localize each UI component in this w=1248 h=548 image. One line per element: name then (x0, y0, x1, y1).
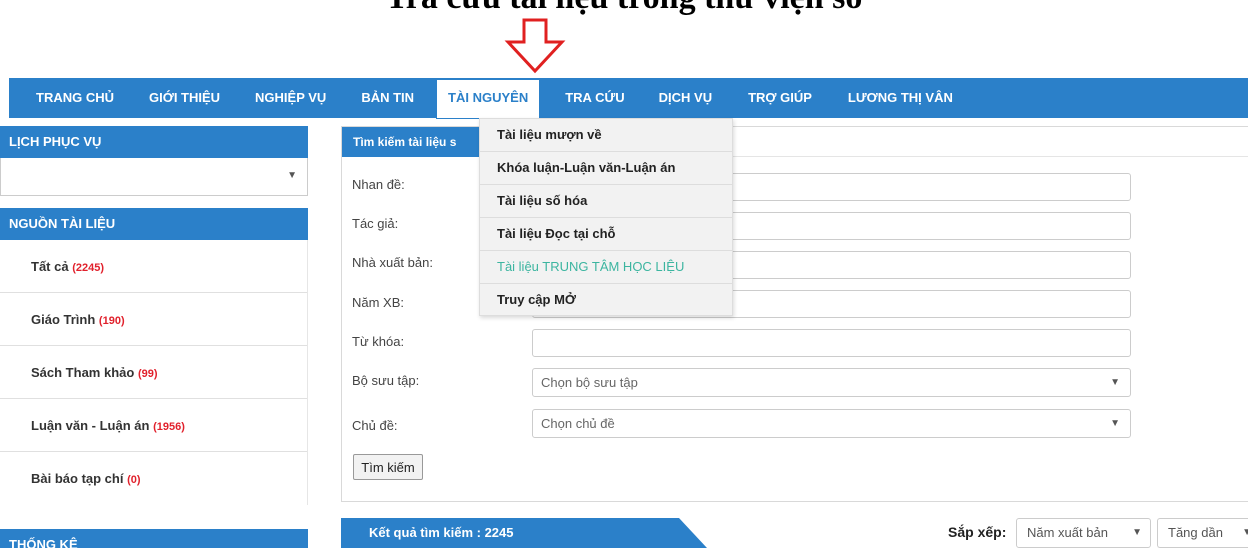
chevron-down-icon: ▼ (1110, 377, 1120, 388)
keyword-input[interactable] (532, 329, 1131, 357)
source-item-label: Luận văn - Luận án (31, 418, 150, 433)
sort-label: Sắp xếp: (948, 524, 1007, 540)
topic-select[interactable]: Chọn chủ đề ▼ (532, 409, 1131, 438)
schedule-header: LỊCH PHỤC VỤ (0, 126, 308, 158)
source-item-all[interactable]: Tất cả (2245) (0, 240, 307, 293)
dropdown-item-digitized[interactable]: Tài liệu số hóa (480, 185, 732, 218)
topic-label: Chủ đề: (352, 418, 398, 433)
search-panel-title: Tìm kiếm tài liệu s (342, 127, 482, 157)
schedule-select[interactable]: ▼ (0, 158, 308, 196)
nav-item-home[interactable]: TRANG CHỦ (36, 78, 114, 118)
search-panel: Tìm kiếm tài liệu s Nhan đề: Tác giả: Nh… (341, 126, 1248, 502)
nav-item-resources[interactable]: TÀI NGUYÊN (436, 79, 541, 119)
source-item-label: Bài báo tạp chí (31, 471, 124, 486)
source-item-label: Sách Tham khảo (31, 365, 135, 380)
source-item-references[interactable]: Sách Tham khảo (99) (0, 346, 307, 399)
nav-item-about[interactable]: GIỚI THIỆU (149, 78, 220, 118)
source-item-count: (1956) (153, 421, 185, 433)
nav-item-help[interactable]: TRỢ GIÚP (748, 78, 812, 118)
source-item-label: Giáo Trình (31, 312, 96, 327)
chevron-down-icon: ▼ (287, 170, 297, 181)
chevron-down-icon: ▼ (1242, 527, 1248, 538)
sidebar: LỊCH PHỤC VỤ ▼ NGUỒN TÀI LIỆU Tất cả (22… (0, 126, 308, 548)
nav-item-search[interactable]: TRA CỨU (565, 78, 624, 118)
sort-by-value: Năm xuất bản (1027, 525, 1108, 540)
nav-item-operations[interactable]: NGHIỆP VỤ (255, 78, 326, 118)
main-nav: TRANG CHỦ GIỚI THIỆU NGHIỆP VỤ BẢN TIN T… (9, 78, 1248, 119)
down-arrow-icon (504, 18, 566, 74)
sort-order-select[interactable]: Tăng dần ▼ (1157, 518, 1248, 548)
resources-dropdown-menu: Tài liệu mượn về Khóa luận-Luận văn-Luận… (479, 118, 733, 316)
source-item-textbooks[interactable]: Giáo Trình (190) (0, 293, 307, 346)
source-item-count: (190) (98, 315, 125, 327)
collection-select-value: Chọn bộ sưu tập (541, 375, 638, 390)
source-item-articles[interactable]: Bài báo tạp chí (0) (0, 452, 307, 505)
collection-select[interactable]: Chọn bộ sưu tập ▼ (532, 368, 1131, 397)
source-item-count: (0) (127, 474, 141, 486)
sources-header: NGUỒN TÀI LIỆU (0, 208, 308, 240)
dropdown-item-theses[interactable]: Khóa luận-Luận văn-Luận án (480, 152, 732, 185)
publisher-label: Nhà xuất bản: (352, 255, 433, 270)
topic-select-value: Chọn chủ đề (541, 416, 615, 431)
results-header: Kết quả tìm kiếm : 2245 (341, 518, 707, 548)
title-label: Nhan đề: (352, 177, 405, 192)
collection-label: Bộ sưu tập: (352, 373, 420, 388)
nav-item-news[interactable]: BẢN TIN (361, 78, 414, 118)
keyword-label: Từ khóa: (352, 334, 405, 349)
year-label: Năm XB: (352, 295, 405, 310)
sort-by-select[interactable]: Năm xuất bản ▼ (1016, 518, 1151, 548)
results-count-label: Kết quả tìm kiếm : 2245 (369, 525, 514, 540)
chevron-down-icon: ▼ (1110, 418, 1120, 429)
dropdown-item-onsite[interactable]: Tài liệu Đọc tại chỗ (480, 218, 732, 251)
source-item-theses[interactable]: Luận văn - Luận án (1956) (0, 399, 307, 452)
nav-item-user[interactable]: LƯƠNG THỊ VÂN (848, 78, 953, 118)
dropdown-item-open-access[interactable]: Truy cập MỞ (480, 284, 732, 317)
nav-item-services[interactable]: DỊCH VỤ (659, 78, 712, 118)
stats-header: THỐNG KÊ (0, 529, 308, 548)
sources-list: Tất cả (2245) Giáo Trình (190) Sách Tham… (0, 240, 308, 505)
search-button[interactable]: Tìm kiếm (353, 454, 423, 480)
page-heading: Tra cứu tài liệu trong thư viện số (0, 0, 1248, 18)
dropdown-item-learning-center[interactable]: Tài liệu TRUNG TÂM HỌC LIỆU (480, 251, 732, 284)
sort-order-value: Tăng dần (1168, 525, 1223, 540)
author-label: Tác giả: (352, 216, 399, 231)
chevron-down-icon: ▼ (1132, 527, 1142, 538)
dropdown-item-borrowed[interactable]: Tài liệu mượn về (480, 119, 732, 152)
source-item-count: (2245) (72, 262, 104, 274)
source-item-count: (99) (137, 368, 158, 380)
source-item-label: Tất cả (31, 259, 69, 274)
